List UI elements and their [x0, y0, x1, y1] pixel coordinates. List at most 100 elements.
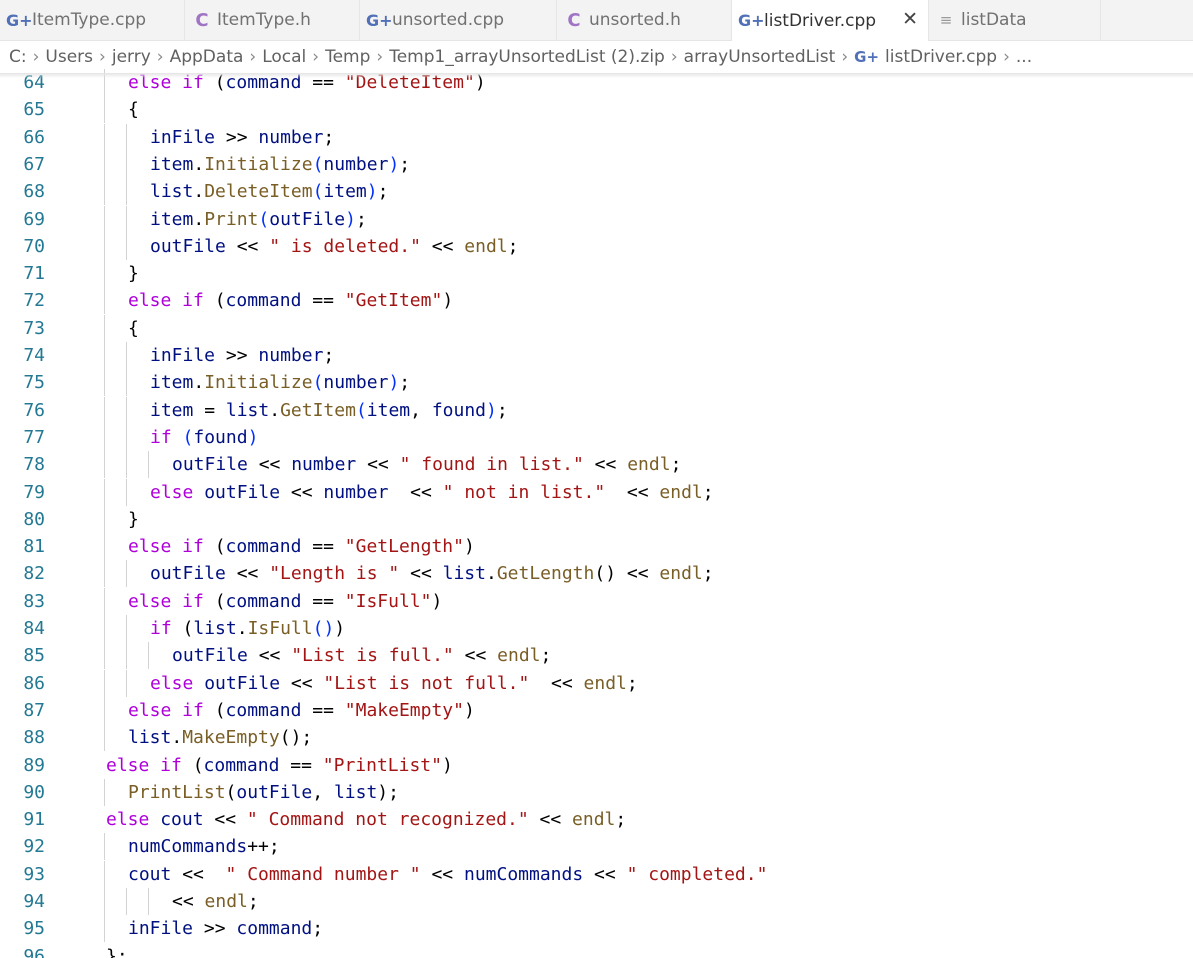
code-line[interactable]: 80}: [0, 505, 1193, 533]
code-token: endl: [464, 235, 508, 257]
code-line[interactable]: 94 << endl;: [0, 888, 1193, 915]
breadcrumb-item[interactable]: C:: [9, 47, 27, 67]
breadcrumb-item[interactable]: arrayUnsortedList: [684, 47, 836, 67]
code-line[interactable]: 65 {: [0, 96, 1193, 124]
tab-listdata[interactable]: ≡ listData: [929, 0, 1101, 40]
code-line[interactable]: 68 list.DeleteItem(item);: [0, 178, 1193, 206]
code-line[interactable]: 73 {: [0, 314, 1193, 342]
code-line[interactable]: 87 else if (command == "MakeEmpty"): [0, 696, 1193, 724]
code-token: ;: [312, 918, 324, 940]
code-token: number: [323, 481, 389, 503]
breadcrumb-item[interactable]: Temp: [325, 47, 370, 67]
code-line[interactable]: 91 else cout << " Command not recognized.…: [0, 806, 1193, 833]
indent-guide: [104, 287, 105, 315]
code-line[interactable]: 72 else if (command == "GetItem"): [0, 287, 1193, 315]
code-token: number: [258, 345, 324, 366]
code-token: " completed.": [626, 863, 768, 885]
code-text: if (list.IsFull()): [150, 615, 345, 642]
breadcrumb-item[interactable]: ...: [1016, 47, 1032, 67]
code-token: found: [431, 399, 487, 421]
code-line[interactable]: 96};: [0, 943, 1193, 958]
code-line[interactable]: 75 item.Initialize(number);: [0, 369, 1193, 397]
line-number: 92: [23, 836, 45, 858]
breadcrumb-item[interactable]: Users: [45, 47, 93, 67]
code-token: ): [366, 181, 378, 203]
code-token: GetLength: [496, 563, 595, 585]
code-token: outFile: [204, 481, 281, 503]
close-icon[interactable]: ✕: [902, 8, 918, 30]
code-token: number: [323, 372, 389, 394]
code-line[interactable]: 89 else if (command == "PrintList"): [0, 752, 1193, 779]
line-number: 68: [23, 181, 45, 203]
code-line[interactable]: 71}: [0, 260, 1193, 288]
code-line[interactable]: 93 cout << " Command number " << numComma…: [0, 860, 1193, 888]
tab-itemtype-h[interactable]: C ItemType.h: [185, 0, 360, 40]
tab-unsorted-h[interactable]: Cunsorted.h: [557, 0, 732, 40]
code-line[interactable]: 81 else if (command == "GetLength"): [0, 533, 1193, 561]
breadcrumb-item[interactable]: Local: [262, 47, 306, 67]
code-token: ;: [399, 153, 411, 175]
tab-unsorted-cpp[interactable]: G+ unsorted.cpp: [360, 0, 557, 40]
code-token: ;: [399, 372, 411, 394]
code-line[interactable]: 67 item.Initialize(number);: [0, 150, 1193, 178]
code-token: else if: [106, 754, 182, 776]
code-line[interactable]: 70 outFile << " is deleted." << endl;: [0, 232, 1193, 260]
code-line[interactable]: 90 PrintList(outFile, list);: [0, 778, 1193, 806]
code-text: item.Print(outFile);: [150, 206, 367, 233]
indent-guide: [104, 423, 105, 451]
tab-itemtype-cpp[interactable]: G+ ItemType.cpp: [0, 0, 185, 40]
code-line[interactable]: 74 inFile >> number;: [0, 342, 1193, 369]
code-text: inFile >> number;: [150, 124, 334, 151]
code-line[interactable]: 95 inFile >> command;: [0, 915, 1193, 943]
code-line[interactable]: 88 list.MakeEmpty();: [0, 724, 1193, 752]
code-token: item: [150, 399, 194, 421]
code-text: inFile >> command;: [128, 915, 323, 942]
code-line[interactable]: 66 inFile >> number;: [0, 123, 1193, 151]
indent-guide: [126, 560, 127, 588]
code-line[interactable]: 76 item = list.GetItem(item, found);: [0, 396, 1193, 424]
tab-label: unsorted.h: [589, 10, 681, 30]
code-line[interactable]: 86 else outFile << "List is not full." <<…: [0, 669, 1193, 697]
code-line[interactable]: 79 else outFile << number << " not in lis…: [0, 478, 1193, 506]
breadcrumb-item[interactable]: Temp1_arrayUnsortedList (2).zip: [389, 47, 665, 67]
code-line[interactable]: 69 item.Print(outFile);: [0, 205, 1193, 233]
code-text: item.Initialize(number);: [150, 369, 410, 396]
code-token: ++;: [247, 836, 280, 858]
breadcrumb-item[interactable]: AppData: [170, 47, 244, 67]
code-text: outFile << "List is full." << endl;: [172, 642, 551, 669]
code-token: list: [150, 181, 194, 203]
code-token: outFile: [172, 645, 248, 667]
code-editor[interactable]: 64 else if (command == "DeleteItem") 65{66…: [0, 69, 1193, 958]
code-text: }: [128, 506, 139, 533]
code-line[interactable]: 84 if (list.IsFull()): [0, 615, 1193, 642]
code-token: IsFull: [247, 618, 313, 639]
code-token: ,: [312, 781, 334, 803]
code-line[interactable]: 77 if (found): [0, 423, 1193, 451]
indent-guide: [126, 178, 127, 206]
code-line[interactable]: 78 outFile << number << " found in list."…: [0, 451, 1193, 479]
code-token: <<: [583, 863, 627, 885]
code-line[interactable]: 92 numCommands++;: [0, 833, 1193, 861]
code-text: item.Initialize(number);: [150, 151, 410, 178]
tab-listdriver-cpp[interactable]: G+ listDriver.cpp ✕: [732, 0, 929, 41]
code-token: (: [182, 426, 194, 448]
code-text: else if (command == "GetItem"): [128, 287, 453, 314]
indent-guide: [126, 232, 127, 260]
code-token: found: [193, 426, 248, 448]
code-token: endl: [497, 645, 541, 667]
indent-guide: [148, 642, 149, 670]
code-token: >>: [193, 918, 237, 940]
code-token: ): [334, 618, 346, 639]
breadcrumb-item[interactable]: jerry: [112, 47, 151, 67]
code-token: ;: [507, 235, 519, 257]
line-number: 76: [23, 399, 45, 421]
indent-guide: [148, 451, 149, 479]
code-line[interactable]: 82 outFile << "Length is " << list.GetLen…: [0, 560, 1193, 588]
code-token: "List is not full.": [323, 672, 530, 694]
breadcrumb-item[interactable]: listDriver.cpp: [885, 47, 997, 67]
code-line[interactable]: 83 else if (command == "IsFull"): [0, 587, 1193, 615]
code-token: ==: [301, 699, 345, 721]
code-text: {: [128, 315, 139, 342]
code-line[interactable]: 85 outFile << "List is full." << endl;: [0, 642, 1193, 670]
indent-guide: [104, 778, 105, 806]
